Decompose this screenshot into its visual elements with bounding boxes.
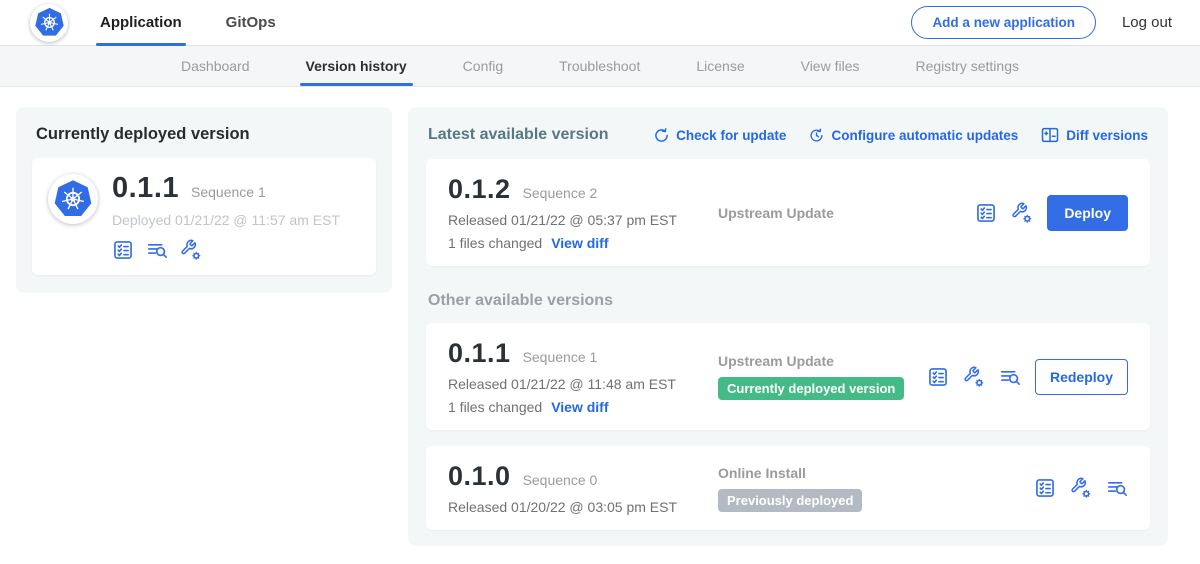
redeploy-button[interactable]: Redeploy: [1035, 359, 1128, 395]
tab-gitops[interactable]: GitOps: [222, 0, 280, 45]
version-row-0-1-1: 0.1.1 Sequence 1 Released 01/21/22 @ 11:…: [426, 323, 1150, 430]
deployed-timestamp: Deployed 01/21/22 @ 11:57 am EST: [112, 212, 340, 228]
version-source-label: Online Install: [718, 465, 1024, 481]
subnav-view-files[interactable]: View files: [801, 46, 860, 86]
view-diff-link[interactable]: View diff: [551, 235, 608, 251]
main-content: Currently deployed version 0.1.1 Sequenc…: [0, 87, 1200, 546]
deployed-version-card: 0.1.1 Sequence 1 Deployed 01/21/22 @ 11:…: [32, 158, 376, 275]
version-source-label: Upstream Update: [718, 205, 965, 221]
subnav-config[interactable]: Config: [463, 46, 503, 86]
view-diff-link[interactable]: View diff: [551, 399, 608, 415]
tab-application[interactable]: Application: [96, 0, 186, 45]
add-new-application-button[interactable]: Add a new application: [911, 6, 1096, 39]
app-tabs: Application GitOps: [96, 0, 280, 45]
log-out-link[interactable]: Log out: [1122, 14, 1172, 31]
deploy-logs-icon[interactable]: [1106, 477, 1128, 499]
preflight-checks-icon[interactable]: [1011, 202, 1033, 224]
files-changed-label: 1 files changed: [448, 235, 542, 251]
diff-icon: [1040, 125, 1060, 145]
version-number: 0.1.1: [448, 338, 511, 369]
schedule-update-icon: [808, 127, 825, 144]
previously-deployed-badge: Previously deployed: [718, 489, 862, 512]
subnav-dashboard[interactable]: Dashboard: [181, 46, 250, 86]
app-sub-nav: Dashboard Version history Config Trouble…: [0, 46, 1200, 87]
deploy-logs-icon[interactable]: [146, 239, 168, 261]
subnav-license[interactable]: License: [696, 46, 744, 86]
sequence-label: Sequence 2: [523, 185, 598, 201]
currently-deployed-panel: Currently deployed version 0.1.1 Sequenc…: [16, 107, 392, 293]
diff-versions-link[interactable]: Diff versions: [1040, 125, 1148, 145]
check-for-update-link[interactable]: Check for update: [653, 127, 786, 144]
release-notes-icon[interactable]: [112, 239, 134, 261]
sequence-label: Sequence 1: [523, 349, 598, 365]
version-history-panel: Latest available version Check for updat…: [408, 107, 1168, 546]
currently-deployed-badge: Currently deployed version: [718, 377, 904, 400]
kubernetes-logo: [30, 4, 68, 42]
sequence-label: Sequence 0: [523, 472, 598, 488]
configure-automatic-updates-link[interactable]: Configure automatic updates: [808, 127, 1018, 144]
version-source-label: Upstream Update: [718, 353, 917, 369]
subnav-troubleshoot[interactable]: Troubleshoot: [559, 46, 640, 86]
preflight-checks-icon[interactable]: [963, 366, 985, 388]
app-icon: [48, 174, 98, 224]
latest-available-title: Latest available version: [428, 126, 609, 144]
released-timestamp: Released 01/20/22 @ 03:05 pm EST: [448, 499, 706, 515]
refresh-icon: [653, 127, 670, 144]
deploy-logs-icon[interactable]: [999, 366, 1021, 388]
subnav-registry-settings[interactable]: Registry settings: [916, 46, 1019, 86]
files-changed-label: 1 files changed: [448, 399, 542, 415]
release-notes-icon[interactable]: [975, 202, 997, 224]
deployed-sequence-label: Sequence 1: [191, 184, 266, 200]
subnav-version-history[interactable]: Version history: [306, 46, 407, 86]
currently-deployed-title: Currently deployed version: [36, 125, 376, 144]
deployed-version-number: 0.1.1: [112, 172, 179, 205]
released-timestamp: Released 01/21/22 @ 05:37 pm EST: [448, 212, 706, 228]
released-timestamp: Released 01/21/22 @ 11:48 am EST: [448, 376, 706, 392]
version-row-0-1-2: 0.1.2 Sequence 2 Released 01/21/22 @ 05:…: [426, 159, 1150, 266]
deploy-button[interactable]: Deploy: [1047, 195, 1128, 231]
other-available-versions-title: Other available versions: [428, 292, 1148, 310]
release-notes-icon[interactable]: [1034, 477, 1056, 499]
version-number: 0.1.2: [448, 174, 511, 205]
top-nav: Application GitOps Add a new application…: [0, 0, 1200, 46]
preflight-checks-icon[interactable]: [180, 239, 202, 261]
version-row-0-1-0: 0.1.0 Sequence 0 Released 01/20/22 @ 03:…: [426, 446, 1150, 530]
release-notes-icon[interactable]: [927, 366, 949, 388]
version-number: 0.1.0: [448, 461, 511, 492]
preflight-checks-icon[interactable]: [1070, 477, 1092, 499]
